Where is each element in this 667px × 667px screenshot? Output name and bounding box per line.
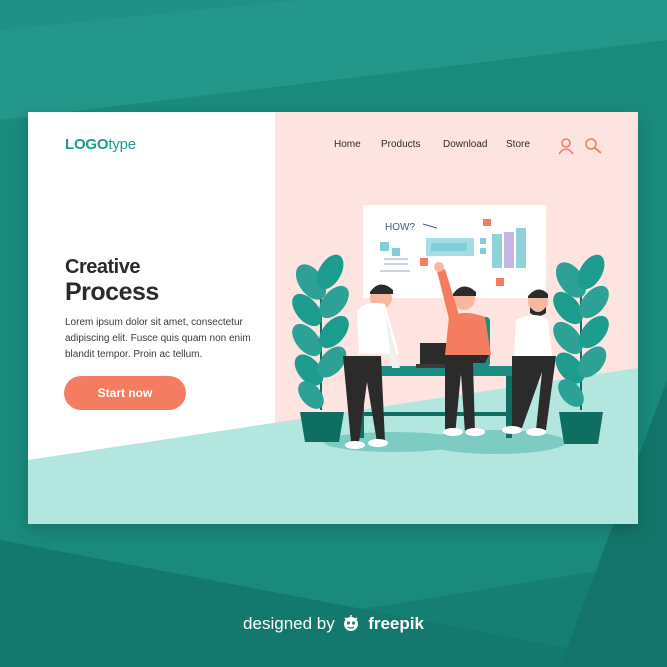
svg-text:HOW?: HOW? — [385, 222, 415, 233]
logo-bold-text: LOGO — [65, 136, 109, 153]
nav-item-store[interactable]: Store — [506, 139, 546, 150]
nav-item-download[interactable]: Download — [443, 139, 506, 150]
designer-credit: designed by freepik — [0, 614, 667, 637]
logo[interactable]: LOGOtype — [65, 136, 136, 153]
hero-description: Lorem ipsum dolor sit amet, consectetur … — [65, 317, 251, 360]
credit-prefix: designed by — [243, 614, 335, 633]
freepik-logo-icon — [341, 614, 361, 637]
nav-item-products[interactable]: Products — [381, 139, 443, 150]
hero-title: Creative Process — [65, 256, 159, 306]
start-now-button[interactable]: Start now — [64, 376, 186, 410]
landing-page-card: HOW? LOGOtype Home Products Download Sto… — [28, 112, 638, 524]
main-nav: Home Products Download Store — [334, 139, 546, 150]
credit-brand: freepik — [368, 614, 424, 633]
search-icon[interactable] — [583, 136, 603, 156]
nav-item-home[interactable]: Home — [334, 139, 381, 150]
hero-title-line2: Process — [65, 278, 159, 306]
whiteboard: HOW? — [363, 205, 546, 298]
logo-thin-text: type — [108, 136, 136, 153]
user-icon[interactable] — [556, 136, 576, 156]
hero-title-line1: Creative — [65, 256, 140, 278]
